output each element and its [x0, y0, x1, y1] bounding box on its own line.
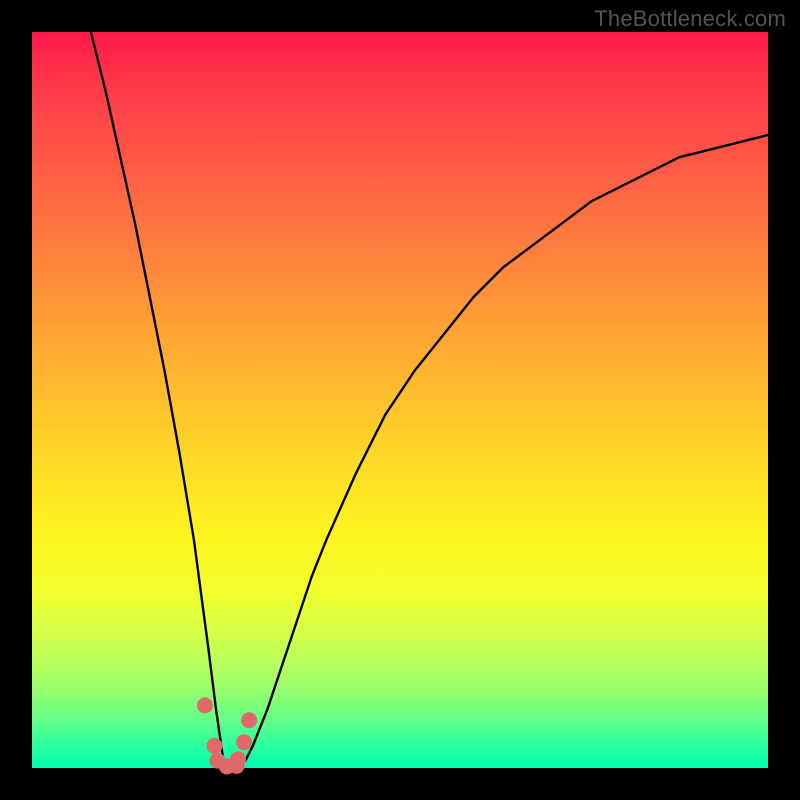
- marker-point: [241, 712, 257, 728]
- chart-frame: TheBottleneck.com: [0, 0, 800, 800]
- marker-point: [207, 738, 223, 754]
- marker-point: [197, 697, 213, 713]
- bottleneck-curve: [91, 32, 768, 768]
- highlight-markers: [197, 697, 257, 774]
- marker-point: [236, 734, 252, 750]
- watermark-text: TheBottleneck.com: [594, 6, 786, 32]
- curve-svg: [32, 32, 768, 768]
- plot-area: [32, 32, 768, 768]
- marker-point: [230, 751, 246, 767]
